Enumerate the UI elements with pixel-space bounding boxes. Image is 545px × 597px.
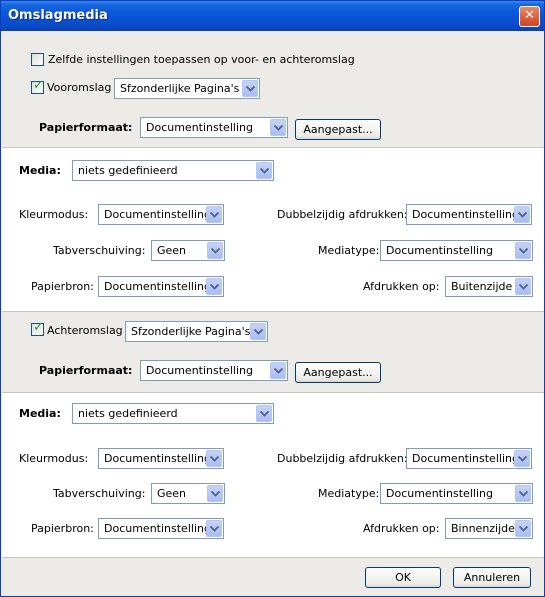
back-paper-source-select[interactable]: Documentinstelling	[98, 518, 224, 539]
front-print-on-label: Afdrukken op:	[363, 280, 440, 293]
back-duplex-value: Documentinstelling	[412, 452, 519, 465]
chevron-down-icon	[515, 485, 531, 502]
chevron-down-icon	[270, 119, 286, 136]
back-print-on-label: Afdrukken op:	[363, 522, 440, 535]
chevron-down-icon	[515, 278, 531, 295]
front-print-on-value: Buitenzijde	[451, 280, 513, 293]
chevron-down-icon	[250, 323, 266, 340]
chevron-down-icon	[256, 405, 272, 422]
title-bar[interactable]: Omslagmedia ✕	[1, 1, 544, 31]
back-color-mode-value: Documentinstelling	[104, 452, 211, 465]
chevron-down-icon	[206, 450, 222, 467]
back-media-type-label: Mediatype:	[318, 487, 380, 500]
front-duplex-label: Dubbelzijdig afdrukken:	[277, 208, 408, 221]
window-title: Omslagmedia	[8, 8, 108, 23]
omslagmedia-dialog: Omslagmedia ✕ Zelfde instellingen toepas…	[0, 0, 545, 597]
back-paper-format-label: Papierformaat:	[39, 364, 133, 377]
check-icon: ✓	[33, 320, 44, 335]
same-settings-checkbox[interactable]	[31, 53, 44, 66]
front-media-type-label: Mediatype:	[318, 244, 380, 257]
back-cover-select-value: Sfzonderlijke Pagina's	[131, 325, 251, 338]
chevron-down-icon	[206, 520, 222, 537]
front-cover-select-value: Sfzonderlijke Pagina's	[120, 82, 240, 95]
front-media-label: Media:	[19, 164, 61, 177]
back-print-on-value: Binnenzijde	[451, 522, 515, 535]
chevron-down-icon	[514, 450, 530, 467]
front-tab-shift-label: Tabverschuiving:	[53, 244, 146, 257]
ok-button[interactable]: OK	[365, 567, 441, 588]
same-settings-label: Zelfde instellingen toepassen op voor- e…	[48, 53, 355, 66]
chevron-down-icon	[515, 242, 531, 259]
back-paper-format-select[interactable]: Documentinstelling	[140, 360, 288, 381]
front-color-mode-select[interactable]: Documentinstelling	[98, 204, 224, 225]
front-media-type-value: Documentinstelling	[386, 244, 493, 257]
back-paper-source-label: Papierbron:	[31, 522, 94, 535]
back-cover-select[interactable]: Sfzonderlijke Pagina's	[125, 321, 268, 342]
back-duplex-select[interactable]: Documentinstelling	[406, 448, 532, 469]
back-media-label: Media:	[19, 407, 61, 420]
chevron-down-icon	[242, 80, 258, 97]
front-paper-source-select[interactable]: Documentinstelling	[98, 276, 224, 297]
back-media-type-select[interactable]: Documentinstelling	[380, 483, 533, 504]
chevron-down-icon	[207, 485, 223, 502]
paper-format-value: Documentinstelling	[146, 121, 253, 134]
front-media-value: niets gedefinieerd	[78, 164, 178, 177]
check-icon: ✓	[33, 78, 44, 93]
front-cover-label: Vooromslag	[47, 81, 112, 94]
front-tab-shift-value: Geen	[157, 244, 187, 257]
paper-format-label: Papierformaat:	[39, 121, 133, 134]
front-print-on-select[interactable]: Buitenzijde	[445, 276, 533, 297]
back-paper-format-value: Documentinstelling	[146, 364, 253, 377]
front-color-mode-label: Kleurmodus:	[19, 208, 89, 221]
close-button[interactable]: ✕	[519, 6, 540, 27]
chevron-down-icon	[270, 362, 286, 379]
back-cover-label: Achteromslag	[47, 324, 123, 337]
front-media-type-select[interactable]: Documentinstelling	[380, 240, 533, 261]
front-duplex-select[interactable]: Documentinstelling	[406, 204, 532, 225]
back-tab-shift-label: Tabverschuiving:	[53, 487, 146, 500]
back-print-on-select[interactable]: Binnenzijde	[445, 518, 533, 539]
back-media-value: niets gedefinieerd	[78, 407, 178, 420]
back-cover-checkbox[interactable]: ✓	[31, 320, 44, 336]
close-icon: ✕	[524, 8, 535, 23]
back-color-mode-select[interactable]: Documentinstelling	[98, 448, 224, 469]
paper-format-select[interactable]: Documentinstelling	[140, 117, 288, 138]
chevron-down-icon	[256, 162, 272, 179]
back-tab-shift-value: Geen	[157, 487, 187, 500]
front-media-select[interactable]: niets gedefinieerd	[72, 160, 274, 181]
front-duplex-value: Documentinstelling	[412, 208, 519, 221]
custom-size-button[interactable]: Aangepast...	[295, 119, 381, 140]
cancel-button[interactable]: Annuleren	[453, 567, 531, 588]
front-tab-shift-select[interactable]: Geen	[151, 240, 225, 261]
front-cover-checkbox[interactable]: ✓	[31, 78, 44, 94]
chevron-down-icon	[514, 206, 530, 223]
front-paper-source-value: Documentinstelling	[104, 280, 211, 293]
front-color-mode-value: Documentinstelling	[104, 208, 211, 221]
chevron-down-icon	[206, 278, 222, 295]
back-tab-shift-select[interactable]: Geen	[151, 483, 225, 504]
chevron-down-icon	[515, 520, 531, 537]
back-duplex-label: Dubbelzijdig afdrukken:	[277, 452, 408, 465]
back-custom-size-button[interactable]: Aangepast...	[295, 362, 381, 383]
back-media-select[interactable]: niets gedefinieerd	[72, 403, 274, 424]
back-color-mode-label: Kleurmodus:	[19, 452, 89, 465]
back-media-type-value: Documentinstelling	[386, 487, 493, 500]
chevron-down-icon	[207, 242, 223, 259]
back-paper-source-value: Documentinstelling	[104, 522, 211, 535]
front-paper-source-label: Papierbron:	[31, 280, 94, 293]
front-cover-select[interactable]: Sfzonderlijke Pagina's	[114, 78, 260, 99]
chevron-down-icon	[206, 206, 222, 223]
